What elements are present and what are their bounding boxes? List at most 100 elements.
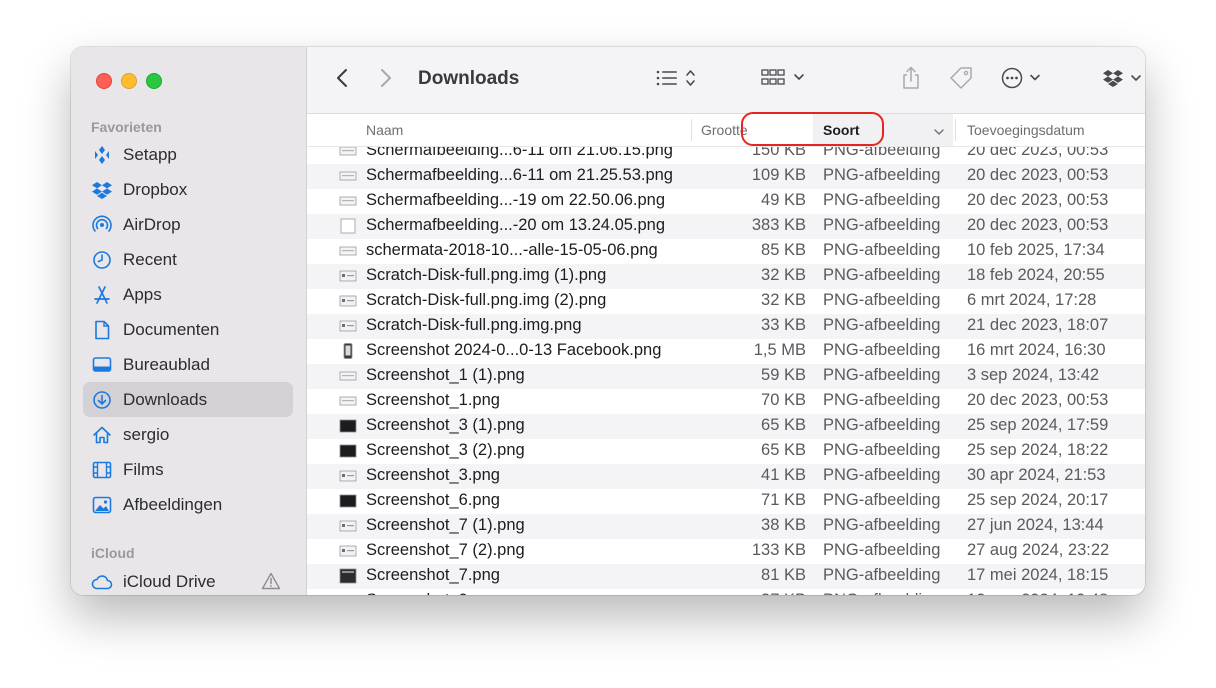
- file-size: 1,5 MB: [753, 341, 806, 359]
- file-name: Screenshot_3 (1).png: [366, 416, 525, 434]
- file-date-added: 25 sep 2024, 20:17: [967, 491, 1109, 509]
- table-row[interactable]: Scratch-Disk-full.png.img (1).png 32 KB PN…: [307, 264, 1145, 289]
- home-icon: [91, 424, 113, 446]
- file-size: 65 KB: [761, 441, 806, 459]
- table-row[interactable]: Schermafbeelding...6-11 om 21.06.15.png 1…: [307, 147, 1145, 164]
- file-kind: PNG-afbeelding: [823, 366, 941, 384]
- file-kind: PNG-afbeelding: [823, 147, 941, 159]
- sidebar-section-favorites: Favorieten: [91, 119, 162, 135]
- setapp-icon: [91, 144, 113, 166]
- view-options-button[interactable]: [652, 47, 702, 113]
- table-row[interactable]: Screenshot_7 (2).png 133 KB PNG-afbeelding…: [307, 539, 1145, 564]
- table-row[interactable]: Screenshot_7 (1).png 38 KB PNG-afbeelding 2…: [307, 514, 1145, 539]
- png-file-icon: [339, 293, 357, 309]
- table-row[interactable]: Screenshot_1 (1).png 59 KB PNG-afbeelding 3…: [307, 364, 1145, 389]
- file-kind: PNG-afbeelding: [823, 216, 941, 234]
- sidebar-item-films[interactable]: Films: [83, 452, 293, 487]
- file-name: Screenshot 2024-0...0-13 Facebook.png: [366, 341, 662, 359]
- table-row[interactable]: Screenshot 2024-0...0-13 Facebook.png 1,5…: [307, 339, 1145, 364]
- finder-window: Favorieten Setapp Dropbox AirDrop Recent: [71, 47, 1145, 595]
- minimize-window-button[interactable]: [121, 73, 137, 89]
- sidebar-item-icloud-drive[interactable]: iCloud Drive: [83, 564, 293, 595]
- close-window-button[interactable]: [96, 73, 112, 89]
- column-size-header[interactable]: Grootte: [701, 122, 748, 138]
- sidebar-item-airdrop[interactable]: AirDrop: [83, 207, 293, 242]
- sidebar-item-sergio[interactable]: sergio: [83, 417, 293, 452]
- sidebar-item-setapp[interactable]: Setapp: [83, 137, 293, 172]
- sidebar-item-recent[interactable]: Recent: [83, 242, 293, 277]
- table-row[interactable]: Schermafbeelding...-20 om 13.24.05.png 38…: [307, 214, 1145, 239]
- table-row[interactable]: Schermafbeelding...-19 om 22.50.06.png 49…: [307, 189, 1145, 214]
- png-file-icon: [339, 568, 357, 584]
- file-kind: PNG-afbeelding: [823, 466, 941, 484]
- sidebar-item-dropbox[interactable]: Dropbox: [83, 172, 293, 207]
- table-row[interactable]: Scratch-Disk-full.png.img.png 33 KB PNG-af…: [307, 314, 1145, 339]
- file-size: 70 KB: [761, 391, 806, 409]
- photo-icon: [91, 494, 113, 516]
- zoom-window-button[interactable]: [146, 73, 162, 89]
- sidebar-item-afbeeldingen[interactable]: Afbeeldingen: [83, 487, 293, 522]
- sidebar-section-icloud: iCloud: [91, 545, 135, 561]
- file-size: 32 KB: [761, 266, 806, 284]
- sidebar-item-label: Downloads: [123, 389, 208, 409]
- file-date-added: 20 dec 2023, 00:53: [967, 391, 1109, 409]
- forward-button[interactable]: [373, 47, 399, 113]
- share-button[interactable]: [897, 47, 925, 113]
- file-name: Screenshot_1 (1).png: [366, 366, 525, 384]
- file-kind: PNG-afbeelding: [823, 291, 941, 309]
- table-row[interactable]: Scratch-Disk-full.png.img (2).png 32 KB PN…: [307, 289, 1145, 314]
- sidebar-item-downloads[interactable]: Downloads: [83, 382, 293, 417]
- more-actions-button[interactable]: [999, 47, 1047, 113]
- table-row[interactable]: Screenshot_6.png 71 KB PNG-afbeelding 25 se…: [307, 489, 1145, 514]
- sidebar-item-label: AirDrop: [123, 214, 181, 234]
- tag-button[interactable]: [947, 47, 975, 113]
- column-date-header[interactable]: Toevoegingsdatum: [967, 122, 1085, 138]
- png-file-icon: [339, 193, 357, 209]
- sidebar-item-apps[interactable]: Apps: [83, 277, 293, 312]
- clock-icon: [91, 249, 113, 271]
- file-name: Schermafbeelding...6-11 om 21.25.53.png: [366, 166, 673, 184]
- file-size: 109 KB: [751, 166, 806, 184]
- list-view-icon: [655, 68, 699, 93]
- file-name: Schermafbeelding...6-11 om 21.06.15.png: [366, 147, 673, 159]
- file-name: Screenshot_7 (2).png: [366, 541, 525, 559]
- column-name-header[interactable]: Naam: [366, 122, 403, 138]
- warning-icon[interactable]: [261, 572, 281, 595]
- table-row[interactable]: Screenshot_3 (2).png 65 KB PNG-afbeelding 2…: [307, 439, 1145, 464]
- dropbox-menu-button[interactable]: [1102, 47, 1145, 113]
- sidebar-item-documenten[interactable]: Documenten: [83, 312, 293, 347]
- dropbox-icon: [1103, 68, 1145, 93]
- sidebar-item-label: Bureaublad: [123, 354, 210, 374]
- file-name: Schermafbeelding...-19 om 22.50.06.png: [366, 191, 666, 209]
- file-size: 41 KB: [761, 466, 806, 484]
- table-row[interactable]: Screenshot_9.png 37 KB PNG-afbeelding 12 se…: [307, 589, 1145, 595]
- png-file-icon: [339, 443, 357, 459]
- table-row[interactable]: schermata-2018-10...-alle-15-05-06.png 85…: [307, 239, 1145, 264]
- file-name: Screenshot_7.png: [366, 566, 500, 584]
- sidebar-item-bureaublad[interactable]: Bureaublad: [83, 347, 293, 382]
- table-row[interactable]: Screenshot_1.png 70 KB PNG-afbeelding 20 de…: [307, 389, 1145, 414]
- table-row[interactable]: Screenshot_3 (1).png 65 KB PNG-afbeelding 2…: [307, 414, 1145, 439]
- table-row[interactable]: Screenshot_7.png 81 KB PNG-afbeelding 17 me…: [307, 564, 1145, 589]
- column-divider[interactable]: [691, 119, 692, 141]
- file-date-added: 18 feb 2024, 20:55: [967, 266, 1105, 284]
- sidebar-item-label: sergio: [123, 424, 170, 444]
- table-row[interactable]: Screenshot_3.png 41 KB PNG-afbeelding 30 ap…: [307, 464, 1145, 489]
- sidebar: Favorieten Setapp Dropbox AirDrop Recent: [71, 47, 307, 595]
- back-button[interactable]: [329, 47, 355, 113]
- png-file-icon: [339, 243, 357, 259]
- group-button[interactable]: [759, 47, 809, 113]
- column-kind-header[interactable]: Soort: [813, 114, 953, 146]
- file-date-added: 20 dec 2023, 00:53: [967, 191, 1109, 209]
- file-date-added: 17 mei 2024, 18:15: [967, 566, 1109, 584]
- file-date-added: 25 sep 2024, 17:59: [967, 416, 1109, 434]
- file-kind: PNG-afbeelding: [823, 166, 941, 184]
- column-divider[interactable]: [955, 119, 956, 141]
- table-row[interactable]: Schermafbeelding...6-11 om 21.25.53.png 1…: [307, 164, 1145, 189]
- file-size: 33 KB: [761, 316, 806, 334]
- column-header-row: Naam Grootte Soort Toevoegingsdatum: [307, 114, 1145, 147]
- file-date-added: 6 mrt 2024, 17:28: [967, 291, 1097, 309]
- file-name: Scratch-Disk-full.png.img (2).png: [366, 291, 607, 309]
- file-date-added: 12 sep 2024, 10:48: [967, 591, 1108, 595]
- file-date-added: 25 sep 2024, 18:22: [967, 441, 1109, 459]
